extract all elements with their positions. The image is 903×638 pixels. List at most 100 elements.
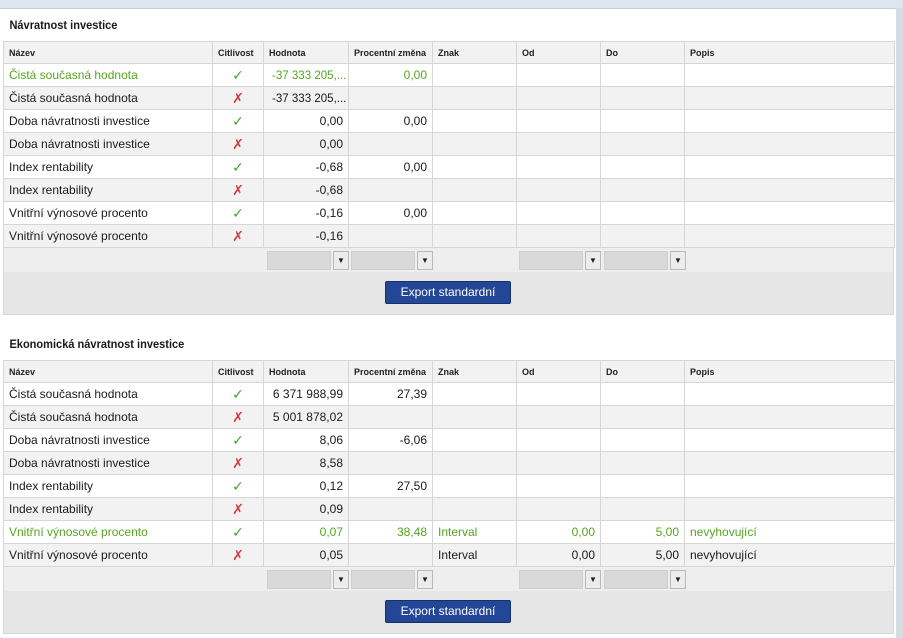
cell-value: 0,00 (263, 132, 349, 156)
cell-sensitivity: ✓ (212, 520, 264, 544)
cell-from: 0,00 (516, 543, 601, 567)
results-table: Název Citlivost Hodnota Procentní změna … (3, 360, 895, 567)
filter-change-input[interactable] (351, 570, 415, 589)
export-bar: Export standardní (3, 591, 894, 634)
cell-to-text: 5,00 (655, 525, 679, 539)
chevron-down-icon[interactable]: ▼ (333, 251, 349, 270)
cell-from-text: 0,00 (571, 548, 595, 562)
cell-change (348, 178, 433, 202)
cell-description (684, 497, 895, 521)
filter-value-input[interactable] (267, 251, 331, 270)
column-header-change[interactable]: Procentní změna (348, 360, 433, 383)
column-header-value[interactable]: Hodnota (263, 41, 349, 64)
cell-description (684, 86, 895, 110)
table-row[interactable]: Index rentability ✓ -0,68 0,00 (3, 155, 895, 179)
cell-sensitivity: ✓ (212, 428, 264, 452)
column-header-description[interactable]: Popis (684, 360, 895, 383)
table-row[interactable]: Čistá současná hodnota ✗ -37 333 205,... (3, 86, 895, 110)
filter-change-input[interactable] (351, 251, 415, 270)
cell-from (516, 109, 601, 133)
cell-value-text: 8,58 (319, 456, 343, 470)
column-header-sign[interactable]: Znak (432, 360, 517, 383)
filter-row: ▼ ▼ ▼ ▼ (3, 248, 894, 272)
chevron-down-icon[interactable]: ▼ (585, 251, 601, 270)
cell-to (600, 497, 685, 521)
cell-sign (432, 86, 517, 110)
table-row[interactable]: Index rentability ✓ 0,12 27,50 (3, 474, 895, 498)
filter-to-input[interactable] (604, 570, 668, 589)
column-header-name[interactable]: Název (3, 360, 213, 383)
cell-sign (432, 224, 517, 248)
table-row[interactable]: Čistá současná hodnota ✓ 6 371 988,99 27,39 (3, 382, 895, 406)
cell-change (348, 543, 433, 567)
cell-from (516, 474, 601, 498)
cell-description (684, 224, 895, 248)
cell-name-text: Vnitřní výnosové procento (9, 525, 148, 539)
cell-name-text: Čistá současná hodnota (9, 91, 138, 105)
cell-name: Vnitřní výnosové procento (3, 224, 213, 248)
chevron-down-icon[interactable]: ▼ (670, 570, 686, 589)
column-header-name[interactable]: Název (3, 41, 213, 64)
cell-name-text: Index rentability (9, 183, 94, 197)
column-header-from[interactable]: Od (516, 360, 601, 383)
table-row[interactable]: Index rentability ✗ -0,68 (3, 178, 895, 202)
cell-to-text: 5,00 (655, 548, 679, 562)
cell-name-text: Vnitřní výnosové procento (9, 206, 148, 220)
table-row[interactable]: Vnitřní výnosové procento ✓ 0,07 38,48 Inter… (3, 520, 895, 544)
column-header-to[interactable]: Do (600, 41, 685, 64)
export-standard-button[interactable]: Export standardní (385, 600, 511, 623)
chevron-down-icon[interactable]: ▼ (670, 251, 686, 270)
cell-value: 0,00 (263, 109, 349, 133)
cell-to (600, 86, 685, 110)
cell-from (516, 428, 601, 452)
table-row[interactable]: Čistá současná hodnota ✗ 5 001 878,02 (3, 405, 895, 429)
cell-sensitivity: ✓ (212, 63, 264, 87)
cell-change-text: 0,00 (403, 160, 427, 174)
cell-from (516, 86, 601, 110)
cell-sign (432, 155, 517, 179)
cell-value-text: -37 333 205,... (272, 91, 347, 105)
table-row[interactable]: Vnitřní výnosové procento ✗ -0,16 (3, 224, 895, 248)
cell-value: 0,09 (263, 497, 349, 521)
table-row[interactable]: Doba návratnosti investice ✓ 8,06 -6,06 (3, 428, 895, 452)
right-scrollbar-track[interactable] (896, 8, 903, 638)
filter-from-input[interactable] (519, 251, 583, 270)
cell-name: Vnitřní výnosové procento (3, 201, 213, 225)
check-icon: ✓ (232, 204, 244, 221)
column-header-sensitivity[interactable]: Citlivost (212, 41, 264, 64)
cell-name: Čistá současná hodnota (3, 405, 213, 429)
filter-value-input[interactable] (267, 570, 331, 589)
table-row[interactable]: Vnitřní výnosové procento ✗ 0,05 Interval 0,… (3, 543, 895, 567)
table-row[interactable]: Doba návratnosti investice ✗ 0,00 (3, 132, 895, 156)
table-row[interactable]: Vnitřní výnosové procento ✓ -0,16 0,00 (3, 201, 895, 225)
cell-change: 0,00 (348, 155, 433, 179)
cell-to (600, 63, 685, 87)
column-header-to[interactable]: Do (600, 360, 685, 383)
chevron-down-icon[interactable]: ▼ (417, 570, 433, 589)
cell-description (684, 178, 895, 202)
column-header-sign[interactable]: Znak (432, 41, 517, 64)
filter-from-input[interactable] (519, 570, 583, 589)
table-row[interactable]: Čistá současná hodnota ✓ -37 333 205,... 0,… (3, 63, 895, 87)
column-header-sensitivity[interactable]: Citlivost (212, 360, 264, 383)
filter-to-input[interactable] (604, 251, 668, 270)
table-row[interactable]: Index rentability ✗ 0,09 (3, 497, 895, 521)
cell-to (600, 132, 685, 156)
cell-sign (432, 63, 517, 87)
cell-name-text: Vnitřní výnosové procento (9, 548, 148, 562)
chevron-down-icon[interactable]: ▼ (585, 570, 601, 589)
cell-value: -37 333 205,... (263, 86, 349, 110)
column-header-from[interactable]: Od (516, 41, 601, 64)
column-header-description[interactable]: Popis (684, 41, 895, 64)
cell-name: Index rentability (3, 178, 213, 202)
column-header-value[interactable]: Hodnota (263, 360, 349, 383)
cell-name: Vnitřní výnosové procento (3, 543, 213, 567)
chevron-down-icon[interactable]: ▼ (417, 251, 433, 270)
chevron-down-icon[interactable]: ▼ (333, 570, 349, 589)
table-row[interactable]: Doba návratnosti investice ✓ 0,00 0,00 (3, 109, 895, 133)
column-header-change[interactable]: Procentní změna (348, 41, 433, 64)
cell-value-text: 5 001 878,02 (272, 410, 343, 424)
export-standard-button[interactable]: Export standardní (385, 281, 511, 304)
table-row[interactable]: Doba návratnosti investice ✗ 8,58 (3, 451, 895, 475)
cell-sensitivity: ✗ (212, 405, 264, 429)
